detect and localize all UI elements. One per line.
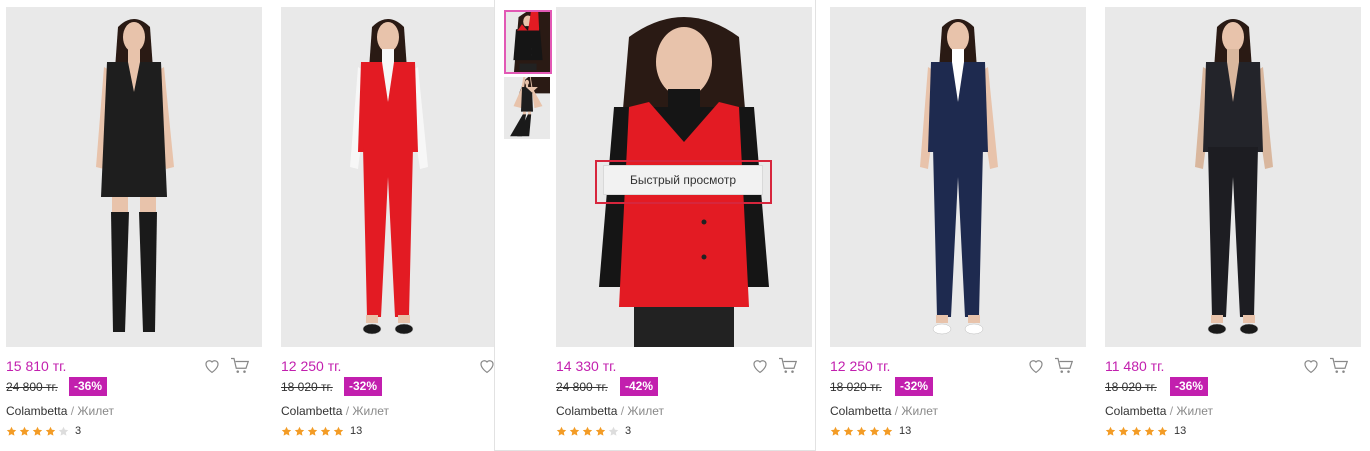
- rating: 3: [6, 424, 81, 438]
- heart-icon[interactable]: [751, 357, 769, 375]
- heart-icon[interactable]: [1302, 357, 1320, 375]
- star-icon: [830, 426, 841, 437]
- rating: 13: [1105, 424, 1186, 438]
- brand-link[interactable]: Colambetta: [830, 404, 891, 418]
- brand-link[interactable]: Colambetta: [1105, 404, 1166, 418]
- product-card[interactable]: 12 250 тг. 18 020 тг. -32% Colambetta / …: [824, 0, 1094, 451]
- thumbnail-red-vest[interactable]: [504, 10, 552, 74]
- star-icon: [1144, 426, 1155, 437]
- heart-icon[interactable]: [203, 357, 221, 375]
- star-icon: [1131, 426, 1142, 437]
- meta-separator: /: [345, 404, 350, 418]
- discount-badge: -36%: [1170, 377, 1209, 396]
- star-icon: [58, 426, 69, 437]
- star-icon: [1105, 426, 1116, 437]
- star-icon: [569, 426, 580, 437]
- meta-separator: /: [70, 404, 75, 418]
- brand-link[interactable]: Colambetta: [556, 404, 617, 418]
- star-icon: [45, 426, 56, 437]
- cart-icon[interactable]: [1329, 357, 1349, 375]
- product-type: Жилет: [627, 404, 664, 418]
- product-card-hovered[interactable]: 14 330 тг. 24 800 тг. -42% Colambetta / …: [494, 0, 816, 451]
- star-icon: [1118, 426, 1129, 437]
- product-type: Жилет: [901, 404, 938, 418]
- star-icon: [6, 426, 17, 437]
- quick-view-button[interactable]: Быстрый просмотр: [603, 165, 763, 195]
- product-meta: Colambetta / Жилет: [1105, 404, 1213, 418]
- old-price: 24 800 тг.: [6, 380, 58, 394]
- cart-icon[interactable]: [778, 357, 798, 375]
- product-image[interactable]: [830, 7, 1086, 347]
- star-icon: [281, 426, 292, 437]
- discount-badge: -42%: [620, 377, 659, 396]
- current-price: 14 330 тг.: [556, 358, 617, 374]
- current-price: 11 480 тг.: [1105, 358, 1165, 374]
- product-image[interactable]: [6, 7, 262, 347]
- current-price: 12 250 тг.: [281, 358, 342, 374]
- brand-link[interactable]: Colambetta: [281, 404, 342, 418]
- star-icon: [595, 426, 606, 437]
- star-icon: [19, 426, 30, 437]
- old-price: 24 800 тг.: [556, 380, 608, 394]
- cart-icon[interactable]: [230, 357, 250, 375]
- star-icon: [843, 426, 854, 437]
- discount-badge: -36%: [69, 377, 108, 396]
- discount-badge: -32%: [895, 377, 934, 396]
- star-icon: [869, 426, 880, 437]
- star-icon: [856, 426, 867, 437]
- review-count: 13: [1174, 425, 1187, 437]
- discount-badge: -32%: [344, 377, 383, 396]
- star-icon: [556, 426, 567, 437]
- product-meta: Colambetta / Жилет: [556, 404, 664, 418]
- star-icon: [307, 426, 318, 437]
- product-meta: Colambetta / Жилет: [281, 404, 389, 418]
- star-icon: [294, 426, 305, 437]
- old-price: 18 020 тг.: [281, 380, 333, 394]
- star-icon: [320, 426, 331, 437]
- brand-link[interactable]: Colambetta: [6, 404, 67, 418]
- product-type: Жилет: [352, 404, 389, 418]
- review-count: 13: [350, 425, 363, 437]
- meta-separator: /: [894, 404, 899, 418]
- star-icon: [582, 426, 593, 437]
- product-card[interactable]: 15 810 тг. 24 800 тг. -36% Colambetta / …: [0, 0, 270, 451]
- old-price: 18 020 тг.: [830, 380, 882, 394]
- star-icon: [32, 426, 43, 437]
- product-meta: Colambetta / Жилет: [6, 404, 114, 418]
- product-type: Жилет: [1176, 404, 1213, 418]
- old-price: 18 020 тг.: [1105, 380, 1157, 394]
- product-image[interactable]: [1105, 7, 1361, 347]
- product-meta: Colambetta / Жилет: [830, 404, 938, 418]
- product-card[interactable]: 11 480 тг. 18 020 тг. -36% Colambetta / …: [1099, 0, 1369, 451]
- meta-separator: /: [1169, 404, 1174, 418]
- meta-separator: /: [620, 404, 625, 418]
- review-count: 3: [75, 425, 82, 437]
- cart-icon[interactable]: [1054, 357, 1074, 375]
- thumbnail-list: [504, 10, 552, 142]
- heart-icon[interactable]: [1027, 357, 1045, 375]
- review-count: 13: [899, 425, 912, 437]
- product-card[interactable]: 12 250 тг. 18 020 тг. -32% Colambetta / …: [275, 0, 495, 451]
- product-image[interactable]: [281, 7, 495, 347]
- current-price: 15 810 тг.: [6, 358, 67, 374]
- current-price: 12 250 тг.: [830, 358, 891, 374]
- rating: 13: [830, 424, 911, 438]
- rating: 3: [556, 424, 631, 438]
- star-icon: [1157, 426, 1168, 437]
- star-icon: [333, 426, 344, 437]
- rating: 13: [281, 424, 362, 438]
- thumbnail-black-dress[interactable]: [504, 77, 550, 139]
- star-icon: [608, 426, 619, 437]
- star-icon: [882, 426, 893, 437]
- product-type: Жилет: [77, 404, 114, 418]
- review-count: 3: [625, 425, 632, 437]
